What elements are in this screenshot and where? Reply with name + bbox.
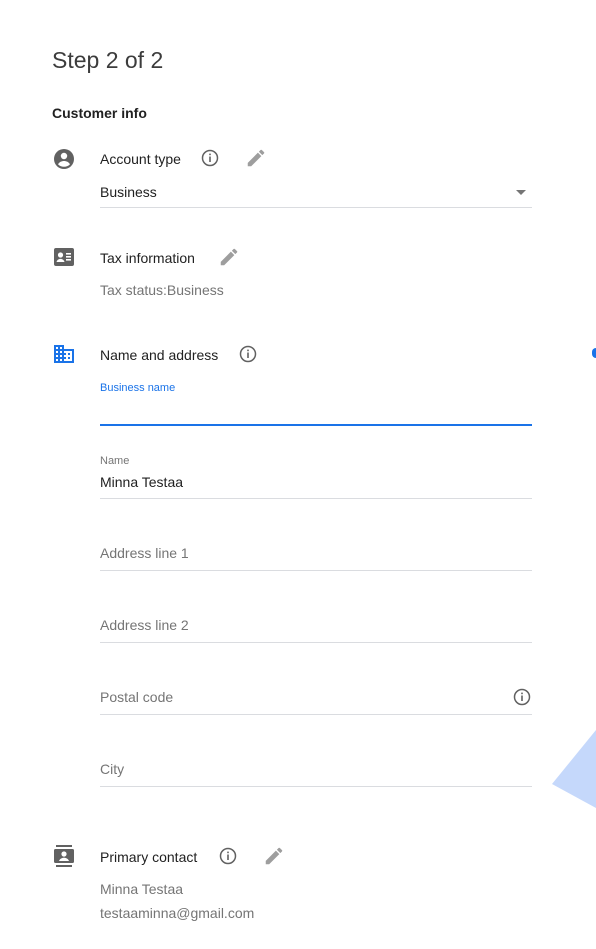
info-icon[interactable]: [200, 148, 220, 168]
edit-pencil-icon[interactable]: [263, 845, 285, 867]
section-title: Customer info: [52, 105, 147, 121]
contact-badge-icon: [54, 845, 74, 867]
info-icon[interactable]: [238, 344, 258, 364]
tax-status-value: Business: [166, 282, 224, 298]
name-field[interactable]: Name: [100, 454, 532, 500]
contact-card-icon: [54, 248, 74, 266]
primary-contact-email: testaaminna@gmail.com: [100, 905, 255, 921]
domain-icon: [54, 345, 74, 363]
edit-pencil-icon[interactable]: [245, 147, 267, 169]
address-line-1-input[interactable]: [100, 545, 532, 561]
postal-code-field[interactable]: [100, 684, 532, 716]
address-line-1-underline: [100, 570, 532, 571]
address-line-2-underline: [100, 642, 532, 643]
address-line-2-field[interactable]: [100, 612, 532, 644]
postal-code-input[interactable]: [100, 689, 500, 705]
name-and-address-label: Name and address: [100, 347, 219, 363]
account-type-select[interactable]: Business: [100, 180, 532, 208]
dropdown-arrow-icon: [516, 190, 526, 195]
tax-information-label: Tax information: [100, 250, 195, 266]
primary-contact-name: Minna Testaa: [100, 881, 184, 897]
city-input[interactable]: [100, 761, 532, 777]
info-icon[interactable]: [218, 846, 238, 866]
account-type-label: Account type: [100, 151, 181, 167]
account-circle-icon: [54, 149, 74, 169]
business-name-field[interactable]: Business name: [100, 380, 532, 428]
business-name-input[interactable]: [100, 402, 532, 418]
postal-code-underline: [100, 714, 532, 715]
edge-indicator: [592, 348, 596, 358]
edit-pencil-icon[interactable]: [218, 246, 240, 268]
business-name-label: Business name: [100, 382, 176, 394]
city-field[interactable]: [100, 756, 532, 788]
address-line-2-input[interactable]: [100, 617, 532, 633]
decorative-blue-triangle: [552, 730, 596, 808]
primary-contact-label: Primary contact: [100, 849, 198, 865]
page-title: Step 2 of 2: [52, 47, 164, 73]
account-type-selected-value: Business: [100, 184, 157, 200]
tax-status-label: Tax status: [100, 282, 164, 298]
tax-status-text: Tax status:Business: [100, 282, 224, 298]
name-input[interactable]: [100, 474, 532, 490]
name-underline: [100, 498, 532, 499]
city-underline: [100, 786, 532, 787]
info-icon[interactable]: [512, 687, 532, 707]
business-name-underline: [100, 424, 532, 426]
address-line-1-field[interactable]: [100, 540, 532, 572]
name-label: Name: [100, 455, 130, 467]
